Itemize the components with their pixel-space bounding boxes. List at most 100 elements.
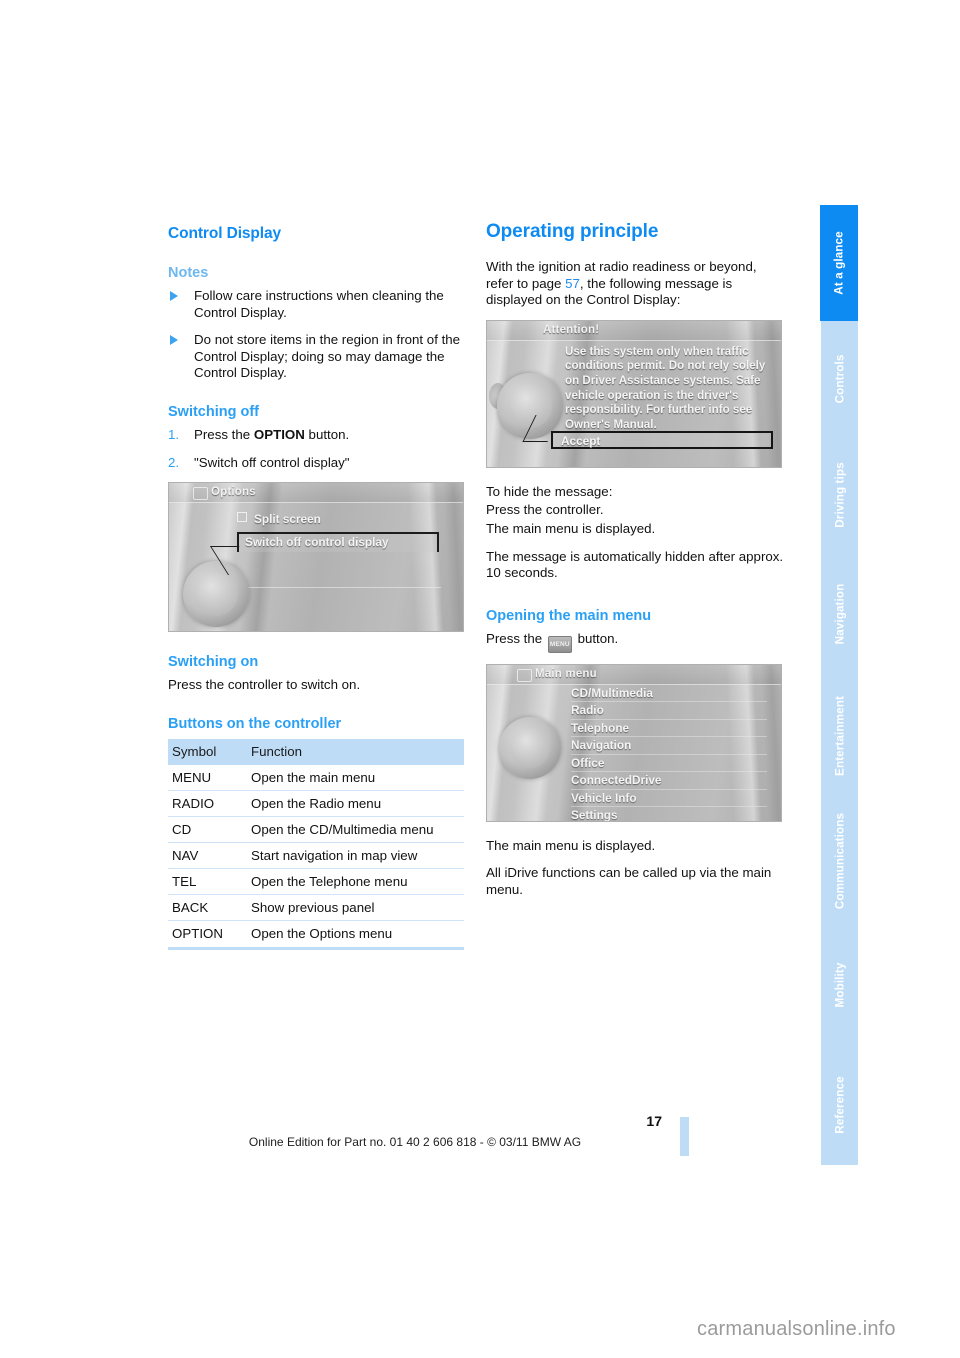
sidebar-item-label: Controls — [833, 354, 846, 404]
opening-main-menu-heading: Opening the main menu — [486, 607, 652, 624]
sidebar-item-label: Communications — [833, 812, 846, 910]
hide-message-line1: To hide the message: — [486, 483, 613, 499]
table-row: BACK Show previous panel — [168, 894, 464, 921]
hide-message-line3: The main menu is displayed. — [486, 520, 656, 536]
switching-off-steps: 1. Press the OPTION button. 2. "Switch o… — [168, 427, 466, 471]
main-menu-item-label: Telephone — [571, 720, 630, 735]
menu-key-icon: MENU — [547, 635, 572, 653]
cell-symbol: TEL — [168, 868, 247, 895]
table-row: RADIO Open the Radio menu — [168, 790, 464, 817]
step-text-before: Press the — [194, 426, 254, 442]
attention-screen-illustration: Attention! Use this system only when tra… — [486, 319, 782, 468]
right-column: Operating principle With the ignition at… — [486, 221, 784, 910]
note-text: Follow care instructions when cleaning t… — [194, 288, 444, 320]
main-menu-icon — [517, 668, 532, 682]
main-menu-item-label: CD/Multimedia — [571, 685, 653, 700]
sidebar-item-label: Driving tips — [833, 462, 846, 528]
accept-button[interactable]: Accept — [551, 430, 773, 449]
table-row: OPTION Open the Options menu — [168, 920, 464, 946]
options-row-label: Split screen — [254, 512, 321, 527]
sidebar-item-label: Navigation — [833, 583, 846, 645]
idrive-controller-knob-inner — [194, 572, 238, 617]
attention-screen-title: Attention! — [543, 323, 600, 336]
sidebar-item-label: Reference — [833, 1076, 846, 1134]
checkbox-icon — [237, 512, 247, 523]
cell-function: Open the Radio menu — [247, 790, 464, 817]
switching-on-heading: Switching on — [168, 654, 259, 671]
column-header-symbol: Symbol — [168, 738, 247, 765]
closing-line1: The main menu is displayed. — [486, 837, 656, 853]
main-menu-item-label: Navigation — [571, 738, 632, 753]
step-number: 2. — [168, 454, 180, 470]
list-item: 1. Press the OPTION button. — [168, 427, 466, 444]
table-bottom-rule — [168, 946, 464, 950]
sidebar-item-controls[interactable]: Controls — [820, 321, 858, 437]
main-menu-item-label: Radio — [571, 703, 604, 718]
hide-message-line2: Press the controller. — [486, 502, 604, 518]
options-gear-icon — [193, 487, 208, 501]
step-number: 1. — [168, 426, 180, 442]
options-screen-illustration: Options Split screen Switch off control … — [168, 482, 464, 633]
operating-principle-title: Operating principle — [486, 221, 659, 242]
triangle-bullet-icon — [169, 290, 179, 301]
press-menu-button-text: Press the MENU button. — [486, 631, 784, 653]
options-screen-titlebar: Options — [169, 483, 463, 504]
cell-symbol: MENU — [168, 764, 247, 791]
main-menu-item-vehicle-info: Vehicle Info — [571, 790, 767, 808]
main-menu-screen-illustration: Main menu CD/Multimedia Radio Telephone … — [486, 663, 782, 822]
idrive-controller-knob-inner — [510, 727, 550, 768]
sidebar-item-entertainment[interactable]: Entertainment — [820, 675, 858, 797]
sidebar-item-communications[interactable]: Communications — [820, 797, 858, 925]
cell-symbol: NAV — [168, 842, 247, 869]
attention-message-text: Use this system only when traffic condit… — [565, 344, 766, 431]
option-button-name: OPTION — [253, 426, 305, 442]
chapter-tab-strip: At a glance Controls Driving tips Naviga… — [820, 205, 858, 1165]
list-item: Do not store items in the region in fron… — [168, 332, 466, 382]
cell-function: Show previous panel — [247, 894, 464, 921]
main-menu-item-navigation: Navigation — [571, 737, 767, 755]
main-menu-item-label: ConnectedDrive — [571, 773, 662, 788]
cell-function: Start navigation in map view — [247, 842, 464, 869]
cell-symbol: CD — [168, 816, 247, 843]
page-number: 17 — [646, 1113, 662, 1129]
notes-list: Follow care instructions when cleaning t… — [168, 288, 466, 382]
main-menu-item-radio: Radio — [571, 702, 767, 720]
cell-symbol: OPTION — [172, 925, 223, 941]
sidebar-item-reference[interactable]: Reference — [820, 1045, 858, 1165]
cell-function: Open the Options menu — [251, 925, 393, 941]
main-menu-screen-title: Main menu — [535, 667, 597, 680]
buttons-on-controller-table: Symbol Function MENU Open the main menu … — [168, 738, 464, 946]
table-row: TEL Open the Telephone menu — [168, 868, 464, 895]
attention-screen-titlebar: Attention! — [487, 320, 781, 341]
triangle-bullet-icon — [169, 334, 179, 346]
main-menu-item-telephone: Telephone — [571, 720, 767, 738]
page-reference-link[interactable]: 57 — [565, 276, 580, 291]
main-menu-item-label: Office — [571, 755, 605, 770]
table-row: CD Open the CD/Multimedia menu — [168, 816, 464, 843]
sidebar-item-label: Mobility — [833, 962, 846, 1008]
cell-symbol: BACK — [168, 894, 247, 921]
sidebar-item-label: At a glance — [832, 231, 846, 295]
step-text: "Switch off control display" — [194, 454, 350, 470]
main-menu-screen-titlebar: Main menu — [487, 664, 781, 685]
page-title: Control Display — [168, 225, 282, 242]
list-item: Follow care instructions when cleaning t… — [168, 288, 466, 321]
main-menu-item-settings: Settings — [571, 807, 767, 821]
options-screen-rows: Split screen Switch off control display — [169, 503, 463, 553]
switching-off-heading: Switching off — [168, 403, 260, 420]
step-text-after: button. — [304, 426, 350, 442]
sidebar-item-navigation[interactable]: Navigation — [820, 553, 858, 675]
table-row: NAV Start navigation in map view — [168, 842, 464, 869]
step-text: Press the OPTION button. — [194, 427, 349, 442]
site-watermark: carmanualsonline.info — [697, 1318, 896, 1340]
hide-message-auto: The message is automatically hidden afte… — [486, 548, 784, 581]
options-screen-title: Options — [211, 486, 256, 499]
sidebar-item-mobility[interactable]: Mobility — [820, 925, 858, 1045]
sidebar-item-driving-tips[interactable]: Driving tips — [820, 437, 858, 553]
sidebar-item-at-a-glance[interactable]: At a glance — [820, 205, 858, 321]
main-menu-item-cd-multimedia: CD/Multimedia — [571, 685, 767, 703]
options-row-switch-off-control-display: Switch off control display — [237, 532, 439, 553]
edition-notice: Online Edition for Part no. 01 40 2 606 … — [248, 1135, 582, 1149]
footer-blue-marker — [680, 1117, 689, 1156]
main-menu-item-office: Office — [571, 755, 767, 773]
